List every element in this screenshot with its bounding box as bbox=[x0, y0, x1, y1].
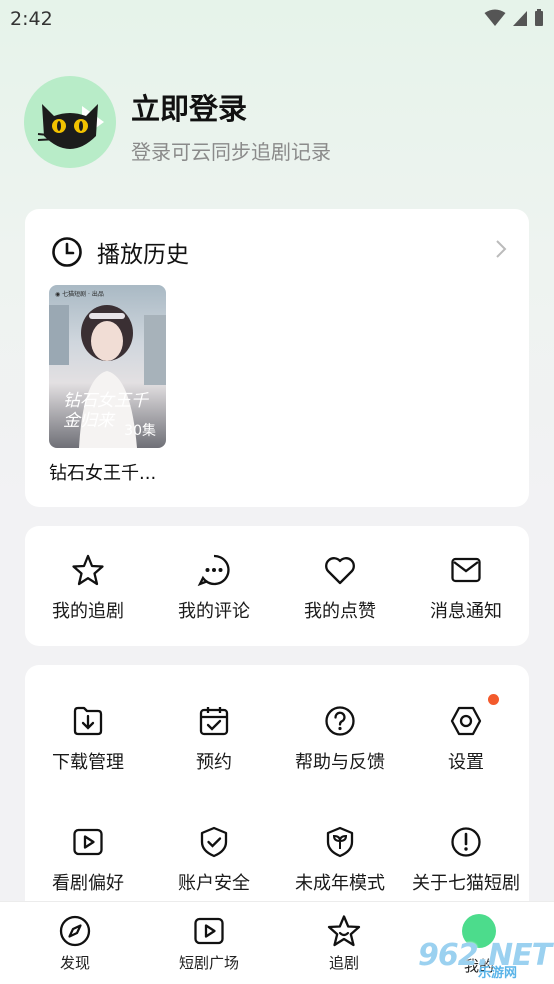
account-security-label: 账户安全 bbox=[178, 873, 250, 894]
compass-icon bbox=[59, 915, 91, 947]
nav-discover-label: 发现 bbox=[59, 954, 90, 972]
history-item-name[interactable]: 钻石女王千... bbox=[49, 459, 156, 485]
heart-icon bbox=[325, 557, 355, 585]
cat-logo-icon bbox=[37, 104, 104, 149]
help-feedback-button[interactable]: 帮助与反馈 bbox=[277, 704, 403, 774]
nav-follow[interactable]: 追剧 bbox=[294, 914, 394, 973]
play-box-icon bbox=[73, 828, 103, 856]
login-title[interactable]: 立即登录 bbox=[131, 86, 247, 128]
watch-preference-label: 看剧偏好 bbox=[52, 873, 124, 894]
watch-preference-button[interactable]: 看剧偏好 bbox=[25, 825, 151, 895]
youth-mode-button[interactable]: 未成年模式 bbox=[277, 825, 403, 895]
wifi-icon bbox=[484, 9, 506, 26]
play-box-icon bbox=[194, 917, 224, 945]
avatar[interactable] bbox=[24, 76, 116, 168]
clock-icon bbox=[52, 237, 82, 267]
reservation-label: 预约 bbox=[196, 752, 232, 773]
status-time: 2:42 bbox=[10, 8, 53, 30]
nav-drama-square[interactable]: 短剧广场 bbox=[159, 914, 259, 973]
services-card: 下载管理 预约 帮助与反馈 设置 看剧偏好 账户安全 未成年模式 关于七猫短剧 bbox=[25, 665, 529, 925]
signal-icon bbox=[513, 11, 527, 26]
reservation-button[interactable]: 预约 bbox=[151, 704, 277, 774]
gear-hex-icon bbox=[450, 706, 482, 736]
chevron-right-icon[interactable] bbox=[495, 239, 507, 259]
poster-strip: ◉ 七猫短剧 · 出品 bbox=[55, 291, 104, 298]
download-folder-icon bbox=[73, 706, 103, 736]
account-security-button[interactable]: 账户安全 bbox=[151, 825, 277, 895]
nav-discover[interactable]: 发现 bbox=[25, 914, 125, 973]
youth-shield-icon bbox=[326, 826, 354, 858]
poster-episodes: 30集 bbox=[124, 423, 156, 439]
status-bar: 2:42 bbox=[0, 0, 554, 36]
info-icon bbox=[451, 827, 481, 857]
notifications-button[interactable]: 消息通知 bbox=[403, 553, 529, 623]
my-follows-button[interactable]: 我的追剧 bbox=[25, 553, 151, 623]
settings-label: 设置 bbox=[448, 752, 484, 773]
help-feedback-label: 帮助与反馈 bbox=[295, 752, 385, 773]
mail-icon bbox=[451, 557, 481, 583]
settings-button[interactable]: 设置 bbox=[403, 694, 529, 774]
quick-actions-card: 我的追剧 我的评论 我的点赞 消息通知 bbox=[25, 526, 529, 646]
my-follows-label: 我的追剧 bbox=[52, 601, 124, 622]
my-likes-label: 我的点赞 bbox=[304, 601, 376, 622]
about-label: 关于七猫短剧 bbox=[412, 873, 520, 894]
history-title: 播放历史 bbox=[97, 242, 189, 268]
history-card: 播放历史 ◉ 七猫短剧 · 出品 钻石女王千金归来 30集 钻石女王千... bbox=[25, 209, 529, 507]
my-likes-button[interactable]: 我的点赞 bbox=[277, 553, 403, 623]
chat-bubble-icon bbox=[197, 554, 230, 587]
my-comments-button[interactable]: 我的评论 bbox=[151, 553, 277, 623]
watermark-sub: 乐游网 bbox=[478, 966, 518, 981]
nav-follow-label: 追剧 bbox=[328, 954, 359, 972]
about-button[interactable]: 关于七猫短剧 bbox=[403, 825, 529, 895]
star-icon bbox=[72, 554, 104, 586]
help-icon bbox=[325, 706, 355, 736]
nav-drama-square-label: 短剧广场 bbox=[178, 954, 239, 972]
history-poster[interactable]: ◉ 七猫短剧 · 出品 钻石女王千金归来 30集 bbox=[49, 285, 166, 448]
my-comments-label: 我的评论 bbox=[178, 601, 250, 622]
download-manager-label: 下载管理 bbox=[52, 752, 124, 773]
calendar-check-icon bbox=[199, 707, 229, 736]
star-face-icon bbox=[327, 915, 361, 947]
battery-icon bbox=[535, 9, 543, 26]
settings-badge bbox=[488, 694, 499, 705]
download-manager-button[interactable]: 下载管理 bbox=[25, 704, 151, 774]
notifications-label: 消息通知 bbox=[430, 601, 502, 622]
history-header[interactable]: 播放历史 bbox=[51, 235, 189, 269]
system-icons bbox=[484, 9, 544, 27]
shield-check-icon bbox=[200, 826, 228, 858]
youth-mode-label: 未成年模式 bbox=[295, 873, 385, 894]
login-subtitle: 登录可云同步追剧记录 bbox=[131, 140, 331, 164]
